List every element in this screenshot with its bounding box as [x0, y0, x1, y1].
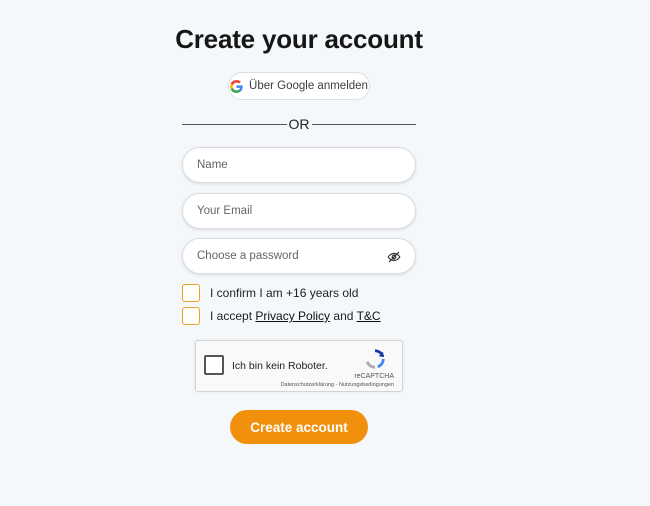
google-icon: [230, 79, 243, 93]
page-title: Create your account: [175, 24, 423, 54]
terms-link[interactable]: T&C: [357, 309, 381, 323]
recaptcha-checkbox[interactable]: [204, 355, 224, 375]
privacy-policy-link[interactable]: Privacy Policy: [255, 309, 330, 323]
recaptcha-logo-icon: [365, 349, 385, 369]
email-input[interactable]: [183, 194, 415, 228]
recaptcha-label: Ich bin kein Roboter.: [232, 360, 328, 372]
create-account-button[interactable]: Create account: [230, 410, 368, 444]
accept-prefix: I accept: [210, 309, 253, 323]
google-signin-label: Über Google anmelden: [249, 80, 368, 92]
recaptcha-links[interactable]: Datenschutzerklärung - Nutzungsbedingung…: [281, 382, 394, 388]
signup-page: Create your account Über Google anmelden…: [0, 0, 650, 506]
recaptcha-widget: Ich bin kein Roboter. reCAPTCHA Datensch…: [195, 340, 403, 392]
age-confirm-checkbox[interactable]: [182, 284, 200, 302]
or-label: OR: [288, 116, 310, 132]
terms-accept-text: I accept Privacy Policy and T&C: [210, 309, 381, 323]
email-field-wrapper: [182, 193, 416, 229]
age-confirm-row: I confirm I am +16 years old: [182, 284, 358, 302]
terms-accept-checkbox[interactable]: [182, 307, 200, 325]
eye-off-icon[interactable]: [387, 250, 401, 264]
google-signin-button[interactable]: Über Google anmelden: [228, 72, 370, 100]
recaptcha-brand: reCAPTCHA: [354, 373, 394, 380]
password-field-wrapper: [182, 238, 416, 274]
divider-line-left: [182, 123, 287, 125]
name-field-wrapper: [182, 147, 416, 183]
age-confirm-label: I confirm I am +16 years old: [210, 286, 359, 300]
password-input[interactable]: [183, 239, 415, 273]
and-text: and: [333, 309, 354, 323]
divider-line-right: [311, 123, 416, 125]
name-input[interactable]: [183, 148, 415, 182]
terms-accept-row: I accept Privacy Policy and T&C: [182, 307, 381, 325]
or-divider: OR: [182, 116, 416, 132]
